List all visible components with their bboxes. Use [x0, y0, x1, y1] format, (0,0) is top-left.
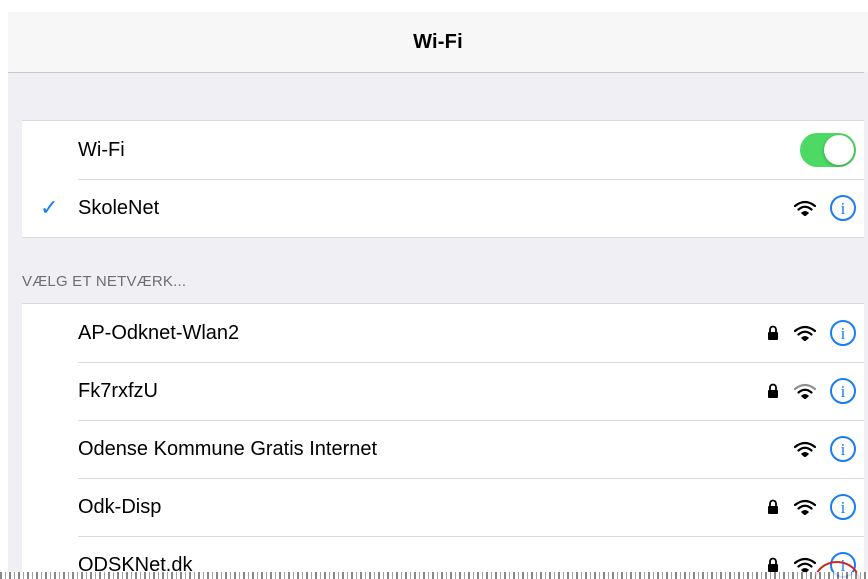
- row-accessories: i: [794, 179, 856, 237]
- row-accessories: i: [766, 304, 856, 362]
- network-name: Odk-Disp: [78, 495, 162, 518]
- row-accessories: i: [794, 420, 856, 478]
- top-margin: [0, 0, 868, 12]
- info-icon[interactable]: i: [830, 436, 856, 462]
- lock-icon: [768, 383, 778, 398]
- wifi-toggle-label: Wi-Fi: [78, 138, 125, 161]
- wifi-group: Wi-Fi ✓ SkoleNet i: [22, 120, 868, 238]
- wifi-signal-icon: [794, 325, 816, 341]
- lock-icon: [768, 557, 778, 572]
- scan-artifact: [0, 572, 868, 579]
- info-icon[interactable]: i: [830, 378, 856, 404]
- connected-network-name: SkoleNet: [78, 196, 160, 219]
- section-header: VÆLG ET NETVÆRK...: [22, 273, 187, 290]
- wifi-settings-screen: Wi-Fi Wi-Fi ✓ SkoleNet i VÆLG ET NETVÆRK…: [0, 0, 868, 579]
- wifi-toggle-row: Wi-Fi: [22, 121, 868, 179]
- wifi-signal-icon: [794, 441, 816, 457]
- network-row[interactable]: Odk-Disp i: [22, 478, 868, 536]
- info-icon[interactable]: i: [830, 195, 856, 221]
- navigation-bar: Wi-Fi: [8, 12, 868, 73]
- wifi-signal-icon: [794, 383, 816, 399]
- toggle-knob: [824, 135, 854, 165]
- info-icon[interactable]: i: [830, 320, 856, 346]
- wifi-signal-icon: [794, 557, 816, 573]
- wifi-signal-icon: [794, 200, 816, 216]
- network-row[interactable]: Fk7rxfzU i: [22, 362, 868, 420]
- connected-network-row[interactable]: ✓ SkoleNet i: [22, 179, 868, 237]
- checkmark-icon: ✓: [40, 195, 59, 220]
- row-accessories: i: [766, 362, 856, 420]
- network-name: Odense Kommune Gratis Internet: [78, 437, 378, 460]
- wifi-toggle-switch[interactable]: [800, 133, 856, 167]
- left-margin: [0, 0, 8, 579]
- network-name: AP-Odknet-Wlan2: [78, 321, 240, 344]
- network-row[interactable]: Odense Kommune Gratis Internet i: [22, 420, 868, 478]
- networks-group: AP-Odknet-Wlan2 i Fk7rxfzU i Odense Komm…: [22, 303, 868, 579]
- right-edge: [864, 72, 868, 572]
- page-title: Wi-Fi: [413, 30, 463, 53]
- info-icon[interactable]: i: [830, 494, 856, 520]
- lock-icon: [768, 499, 778, 514]
- network-name: Fk7rxfzU: [78, 379, 158, 402]
- row-accessories: i: [766, 478, 856, 536]
- lock-icon: [768, 325, 778, 340]
- wifi-signal-icon: [794, 499, 816, 515]
- network-row[interactable]: AP-Odknet-Wlan2 i: [22, 304, 868, 362]
